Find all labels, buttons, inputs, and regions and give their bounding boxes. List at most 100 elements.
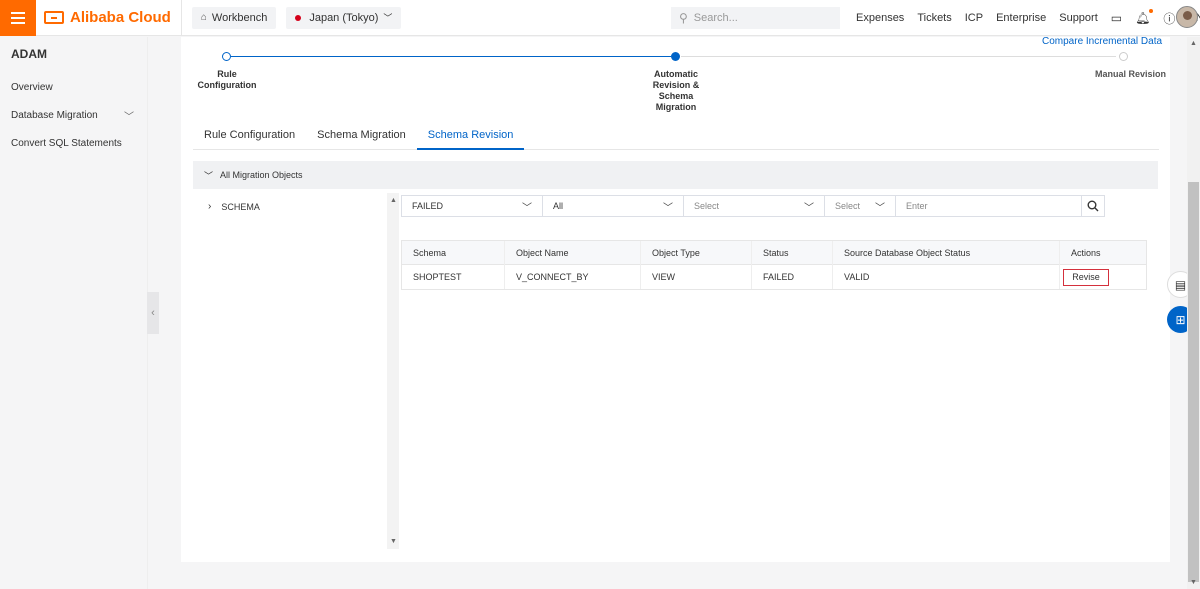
step-dot-done	[222, 52, 231, 61]
step-connector-done	[231, 56, 671, 57]
tab-rule-configuration[interactable]: Rule Configuration	[193, 129, 306, 150]
sidebar-item-label: Overview	[11, 81, 53, 93]
step-label-rule-configuration: Rule Configuration	[197, 69, 257, 90]
tree-node-label: SCHEMA	[221, 201, 260, 212]
link-tickets[interactable]: Tickets	[917, 12, 951, 24]
brand-name: Alibaba Cloud	[70, 9, 171, 26]
column-header-object-type: Object Type	[641, 240, 752, 265]
workbench-button[interactable]: ⌂ Workbench	[191, 6, 277, 29]
terminal-icon[interactable]: ▭	[1111, 11, 1122, 25]
status-filter-select[interactable]: FAILED ﹀	[401, 195, 543, 217]
cell-object-name: V_CONNECT_BY	[505, 265, 641, 289]
alibaba-cloud-logo[interactable]: Alibaba Cloud	[44, 0, 182, 36]
link-support[interactable]: Support	[1059, 12, 1098, 24]
table-header-row: Schema Object Name Object Type Status So…	[402, 240, 1146, 265]
sidebar-item-convert-sql[interactable]: Convert SQL Statements	[0, 129, 147, 157]
workbench-label: Workbench	[211, 11, 268, 24]
compare-incremental-data-link[interactable]: Compare Incremental Data	[1042, 36, 1162, 47]
alibaba-logo-icon	[44, 11, 64, 24]
bell-icon[interactable]: 🔔︎	[1135, 9, 1154, 25]
menu-icon-line	[11, 11, 25, 14]
scroll-up-icon[interactable]: ▲	[1190, 40, 1197, 47]
column-header-schema: Schema	[402, 240, 505, 265]
user-avatar[interactable]	[1176, 6, 1198, 28]
step-label-manual-revision: Manual Revision	[1094, 69, 1166, 79]
sidebar-item-overview[interactable]: Overview	[0, 73, 147, 101]
object-filter-select[interactable]: Select ﹀	[683, 195, 825, 217]
sidebar-item-label: Convert SQL Statements	[11, 137, 122, 149]
menu-icon-line	[11, 16, 25, 19]
search-placeholder: Search...	[693, 12, 738, 24]
page-scrollbar[interactable]: ▲ ▼	[1187, 37, 1200, 589]
japan-flag-icon	[295, 14, 302, 21]
scroll-up-icon[interactable]: ▲	[390, 197, 397, 204]
menu-icon-line	[11, 21, 25, 24]
cell-actions: Revise	[1060, 265, 1146, 289]
filter-keyword-input[interactable]	[895, 195, 1082, 217]
chevron-left-icon: ‹	[151, 307, 155, 319]
column-header-actions: Actions	[1071, 247, 1101, 258]
region-label: Japan (Tokyo)	[309, 11, 379, 24]
schema-revision-table: Schema Object Name Object Type Status So…	[401, 240, 1147, 290]
column-header-object-name: Object Name	[505, 240, 641, 265]
link-icp[interactable]: ICP	[965, 12, 983, 24]
tab-schema-revision[interactable]: Schema Revision	[416, 129, 525, 150]
select-placeholder: Select	[694, 201, 720, 211]
notification-dot	[1149, 9, 1154, 13]
step-connector-pending	[681, 56, 1116, 57]
global-search-input[interactable]: ⚲ Search...	[671, 7, 840, 29]
chevron-down-icon: ﹀	[875, 202, 885, 214]
field-filter-select[interactable]: Select ﹀	[824, 195, 896, 217]
status-filter-value: FAILED	[412, 201, 444, 211]
all-migration-objects-toggle[interactable]: ﹀ All Migration Objects	[193, 161, 1158, 189]
sidebar: ADAM Overview Database Migration ﹀ Conve…	[0, 37, 148, 589]
cell-status: FAILED	[752, 265, 833, 289]
cell-source-status: VALID	[833, 265, 1060, 289]
select-placeholder: Select	[835, 201, 861, 211]
region-selector[interactable]: Japan (Tokyo) ﹀	[286, 6, 402, 29]
sidebar-item-database-migration[interactable]: Database Migration ﹀	[0, 101, 147, 129]
chevron-down-icon: ﹀	[383, 13, 393, 23]
column-header-source-status: Source Database Object Status	[833, 240, 1060, 265]
type-filter-select[interactable]: All ﹀	[542, 195, 684, 217]
link-expenses[interactable]: Expenses	[856, 12, 904, 24]
cell-schema: SHOPTEST	[402, 265, 505, 289]
scrollbar-thumb[interactable]	[1188, 182, 1199, 582]
cell-object-type: VIEW	[641, 265, 752, 289]
filter-search-button[interactable]	[1081, 195, 1105, 217]
chat-icon: ▤	[1174, 277, 1187, 292]
chevron-right-icon: ›	[208, 201, 212, 212]
search-icon	[1087, 200, 1099, 212]
hamburger-menu-button[interactable]	[0, 0, 36, 36]
chevron-down-icon: ﹀	[804, 202, 814, 214]
chevron-down-icon: ﹀	[522, 202, 532, 214]
step-label-automatic-revision: Automatic Revision & Schema Migration	[652, 69, 700, 112]
migration-objects-label: All Migration Objects	[220, 170, 303, 180]
search-icon: ⚲	[679, 11, 688, 25]
scroll-down-icon[interactable]: ▼	[1190, 579, 1197, 586]
sidebar-collapse-button[interactable]: ‹	[147, 292, 159, 334]
scroll-down-icon[interactable]: ▼	[390, 538, 397, 545]
step-dot-pending	[1119, 52, 1128, 61]
type-filter-value: All	[553, 201, 564, 211]
grid-icon: ⊞	[1175, 312, 1186, 327]
sidebar-item-label: Database Migration	[11, 109, 98, 121]
sidebar-title: ADAM	[11, 47, 47, 61]
tree-node-schema[interactable]: › SCHEMA	[208, 201, 260, 212]
chevron-down-icon: ﹀	[663, 202, 673, 214]
revision-tabs: Rule Configuration Schema Migration Sche…	[193, 129, 1159, 150]
tree-scrollbar[interactable]: ▲ ▼	[387, 193, 399, 549]
revise-button[interactable]: Revise	[1063, 268, 1109, 286]
main-content-card: Rule Configuration Automatic Revision & …	[181, 36, 1170, 562]
column-header-status: Status	[752, 240, 833, 265]
chevron-down-icon: ﹀	[124, 111, 134, 123]
help-icon[interactable]: ⓘ	[1163, 10, 1175, 27]
migration-object-tree: › SCHEMA ▲ ▼	[193, 193, 399, 549]
home-icon: ⌂	[200, 12, 207, 23]
tab-schema-migration[interactable]: Schema Migration	[306, 129, 417, 150]
step-dot-current	[671, 52, 680, 61]
link-enterprise[interactable]: Enterprise	[996, 12, 1046, 24]
top-links: Expenses Tickets ICP Enterprise Support …	[856, 0, 1200, 36]
table-row: SHOPTEST V_CONNECT_BY VIEW FAILED VALID …	[402, 265, 1146, 289]
chevron-down-icon: ﹀	[204, 170, 214, 181]
